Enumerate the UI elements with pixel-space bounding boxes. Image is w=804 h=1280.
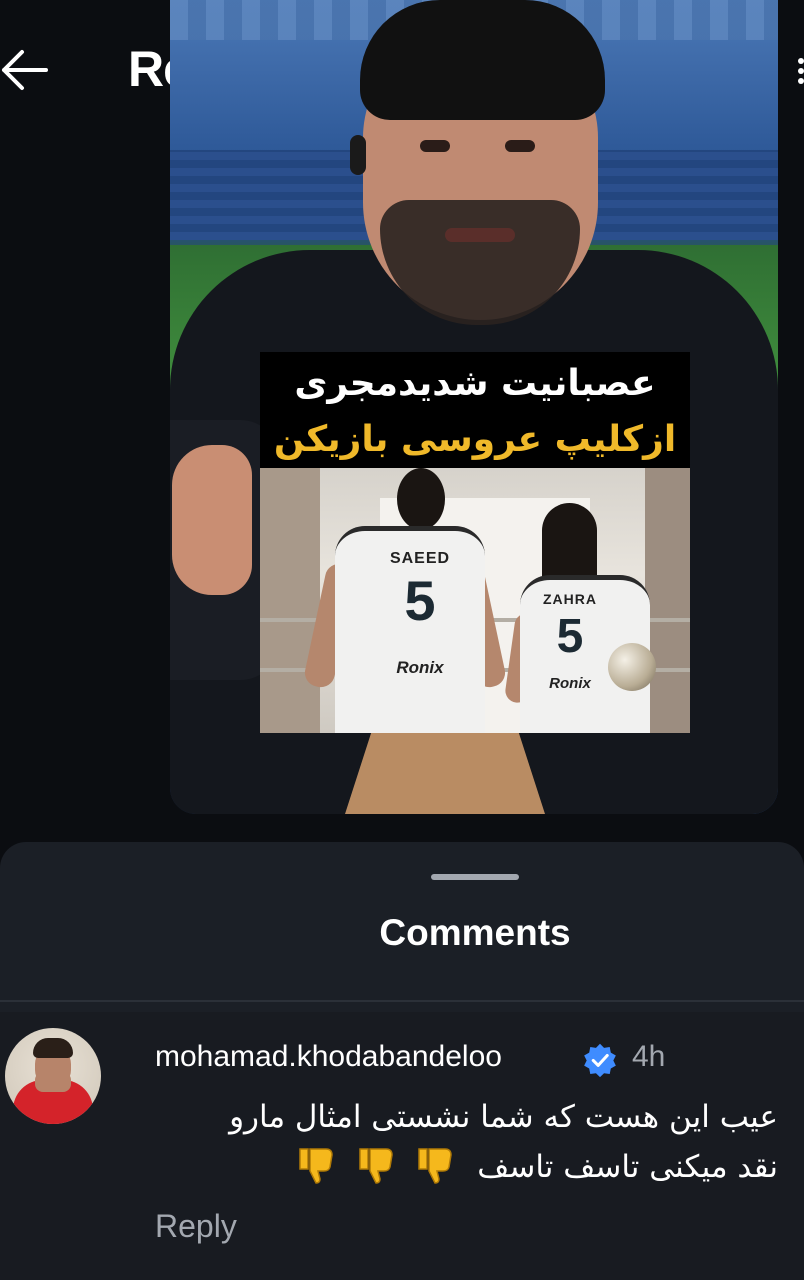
comment-text-line-2: نقد میکنی تاسف تاسف (150, 1142, 778, 1192)
thumbs-down-icon (358, 1148, 393, 1184)
comment-text: عیب این هست که شما نشستی امثال مارو نقد … (150, 1092, 778, 1192)
player-saeed: SAEED 5 Ronix (302, 468, 508, 733)
comment-text-line-2-text: نقد میکنی تاسف تاسف (477, 1149, 778, 1185)
thumbs-down-reactions (288, 1142, 458, 1192)
reels-viewer: Reels عصبانیت شدیدمجری ازکلیپ عروسی بازی… (0, 0, 804, 842)
thumbs-down-icon (418, 1148, 453, 1184)
caption-line-2: ازکلیپ عروسی بازیکن ملوان (273, 419, 677, 516)
jersey-name: ZAHRA (543, 591, 597, 607)
reel-video[interactable]: عصبانیت شدیدمجری ازکلیپ عروسی بازیکن ملو… (170, 0, 778, 814)
reply-button[interactable]: Reply (155, 1208, 237, 1245)
back-button[interactable] (0, 40, 60, 100)
comment-text-line-1: عیب این هست که شما نشستی امثال مارو (229, 1099, 778, 1135)
comments-sheet: Comments mohamad.khodabandeloo 4h عیب ای… (0, 842, 804, 1280)
comment-username[interactable]: mohamad.khodabandeloo (155, 1040, 502, 1074)
drag-handle[interactable] (431, 874, 519, 880)
jersey-name: SAEED (389, 550, 451, 567)
video-caption: عصبانیت شدیدمجری ازکلیپ عروسی بازیکن ملو… (260, 352, 690, 516)
player-zahra: ZAHRA 5 Ronix (500, 503, 670, 733)
arrow-left-icon (2, 50, 48, 90)
verified-badge-icon (584, 1043, 616, 1078)
comment-time: 4h (632, 1040, 666, 1073)
comment-item: mohamad.khodabandeloo 4h عیب این هست که … (0, 1012, 804, 1280)
caption-line-1: عصبانیت شدیدمجری (294, 363, 656, 404)
avatar[interactable] (5, 1028, 101, 1124)
wedding-photo: SAEED 5 Ronix ZAHRA 5 Ronix (260, 468, 690, 733)
football (608, 643, 656, 691)
thumbs-down-icon (298, 1148, 333, 1184)
divider (0, 1000, 804, 1002)
comments-title: Comments (379, 912, 571, 953)
more-options-icon[interactable] (798, 58, 804, 84)
